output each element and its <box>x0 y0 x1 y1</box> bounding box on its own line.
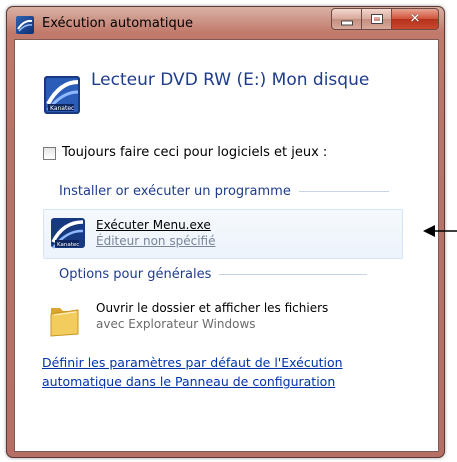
section-title: Installer or exécuter un programme <box>59 184 291 199</box>
svg-text:Kanatec: Kanatec <box>57 242 79 248</box>
divider <box>219 274 368 275</box>
maximize-button[interactable] <box>362 8 392 30</box>
svg-text:Kanatec: Kanatec <box>50 105 74 112</box>
autoplay-icon <box>16 16 34 34</box>
section-header-install: Installer or exécuter un programme <box>59 184 389 199</box>
always-do-this-checkbox[interactable] <box>43 147 56 160</box>
minimize-button[interactable] <box>331 8 362 30</box>
close-icon: ✕ <box>409 11 421 27</box>
window-controls: ✕ <box>331 8 439 30</box>
open-folder-title[interactable]: Ouvrir le dossier et afficher les fichie… <box>96 301 328 315</box>
maximize-icon <box>370 14 383 24</box>
minimize-icon <box>340 20 353 26</box>
annotation-arrow-icon <box>423 225 457 237</box>
program-icon: Kanatec <box>51 218 85 249</box>
close-button[interactable]: ✕ <box>392 8 439 30</box>
run-program-publisher: Éditeur non spécifié <box>96 234 216 248</box>
kanatec-dvd-icon: Kanatec <box>44 76 80 114</box>
folder-icon <box>50 308 79 337</box>
window-title: Exécution automatique <box>42 16 194 31</box>
device-title: Lecteur DVD RW (E:) Mon disque <box>91 70 370 90</box>
autoplay-defaults-link[interactable]: Définir les paramètres par défaut de l'E… <box>42 353 402 391</box>
title-bar[interactable]: Exécution automatique ✕ <box>6 6 445 40</box>
always-do-this-label[interactable]: Toujours faire ceci pour logiciels et je… <box>62 145 327 160</box>
section-title: Options pour générales <box>59 267 212 282</box>
section-header-general: Options pour générales <box>59 267 368 282</box>
open-folder-subtitle: avec Explorateur Windows <box>96 317 256 331</box>
divider <box>298 191 389 192</box>
run-program-title[interactable]: Exécuter Menu.exe <box>96 218 211 232</box>
